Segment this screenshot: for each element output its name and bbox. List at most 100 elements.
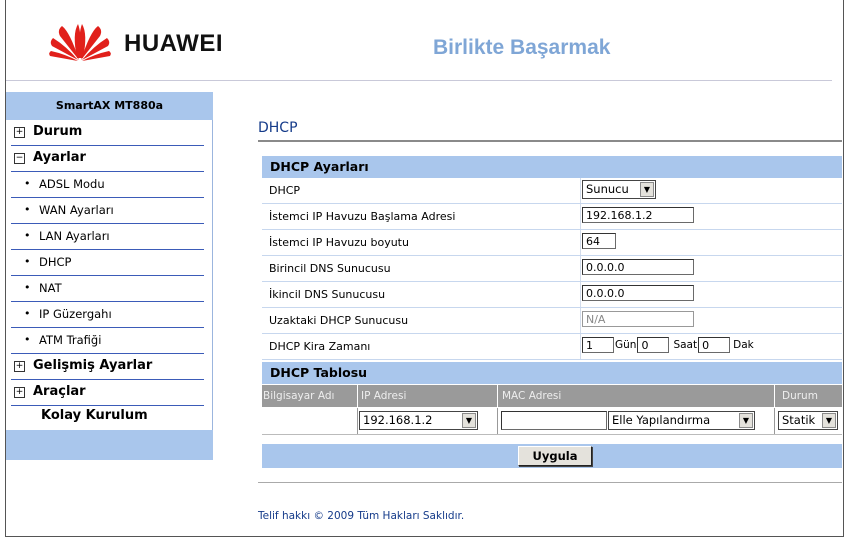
sidebar-item-araclar[interactable]: + Araçlar [11, 380, 204, 406]
table-row: 192.168.1.2 ▼ Elle Yapılandırma ▼ Statik… [262, 408, 842, 435]
row-label: İstemci IP Havuzu boyutu [269, 236, 409, 249]
mac-address-input[interactable] [501, 411, 607, 430]
sidebar-item-ip-guzergahi[interactable]: • IP Güzergahı [11, 302, 204, 328]
sidebar-item-label: Araçlar [33, 384, 86, 399]
lease-hours-input[interactable]: 0 [637, 337, 670, 353]
chevron-down-icon[interactable]: ▼ [640, 182, 654, 197]
dhcp-mode-select[interactable]: Sunucu ▼ [582, 180, 656, 199]
hours-unit: Saat [673, 339, 698, 351]
sidebar-item-label: Durum [33, 124, 83, 139]
sidebar-item-label: IP Güzergahı [39, 307, 112, 321]
sidebar-item-nat[interactable]: • NAT [11, 276, 204, 302]
sidebar-item-label: Kolay Kurulum [41, 408, 148, 423]
sidebar-item-adsl-modu[interactable]: • ADSL Modu [11, 172, 204, 198]
pool-size-input[interactable]: 64 [582, 233, 616, 249]
bullet-icon: • [24, 281, 31, 294]
remote-dhcp-input[interactable]: N/A [582, 311, 694, 327]
copyright-text: Telif hakkı © 2009 Tüm Hakları Saklıdır. [258, 510, 465, 522]
sidebar-item-lan-ayarlari[interactable]: • LAN Ayarları [11, 224, 204, 250]
bullet-icon: • [24, 203, 31, 216]
column-mac-address: MAC Adresi [502, 390, 562, 402]
column-divider [357, 385, 358, 407]
column-computer-name: Bilgisayar Adı [263, 390, 335, 402]
bullet-icon: • [24, 177, 31, 190]
row-label: DHCP [269, 184, 301, 197]
collapse-icon[interactable]: − [14, 153, 25, 164]
expand-icon[interactable]: + [14, 387, 25, 398]
brand-name: HUAWEI [124, 30, 223, 57]
sidebar-item-label: ADSL Modu [39, 177, 105, 191]
sidebar-item-label: NAT [39, 281, 62, 295]
apply-bar: Uygula [262, 444, 842, 468]
sidebar-item-ayarlar[interactable]: − Ayarlar [11, 146, 204, 172]
chevron-down-icon[interactable]: ▼ [462, 413, 476, 428]
chevron-down-icon[interactable]: ▼ [739, 413, 753, 428]
settings-row-primary-dns: Birincil DNS Sunucusu 0.0.0.0 [262, 256, 842, 282]
column-divider [580, 282, 581, 307]
sidebar-item-gelismis-ayarlar[interactable]: + Gelişmiş Ayarlar [11, 354, 204, 380]
column-divider [774, 385, 775, 407]
lease-days-input[interactable]: 1 [582, 337, 614, 353]
status-select[interactable]: Statik ▼ [778, 411, 838, 430]
sidebar-item-label: Ayarlar [33, 150, 86, 165]
column-divider [580, 308, 581, 333]
sidebar-item-label: ATM Trafiği [39, 333, 102, 347]
sidebar-item-wan-ayarlari[interactable]: • WAN Ayarları [11, 198, 204, 224]
title-divider [258, 140, 842, 142]
sidebar-item-durum[interactable]: + Durum [11, 120, 204, 146]
column-divider [580, 230, 581, 255]
settings-row-pool-start: İstemci IP Havuzu Başlama Adresi 192.168… [262, 204, 842, 230]
settings-row-pool-size: İstemci IP Havuzu boyutu 64 [262, 230, 842, 256]
bullet-icon: • [24, 307, 31, 320]
sidebar-item-kolay-kurulum[interactable]: Kolay Kurulum [11, 406, 204, 426]
header-divider [6, 80, 832, 81]
sidebar: SmartAX MT880a + Durum − Ayarlar • ADSL … [6, 92, 213, 460]
chevron-down-icon[interactable]: ▼ [822, 413, 836, 428]
secondary-dns-input[interactable]: 0.0.0.0 [582, 285, 694, 301]
settings-row-lease-time: DHCP Kira Zamanı 1 Gün 0 Saat 0 Dak [262, 334, 842, 360]
sidebar-item-atm-trafigi[interactable]: • ATM Trafiği [11, 328, 204, 354]
primary-dns-input[interactable]: 0.0.0.0 [582, 259, 694, 275]
sidebar-item-label: DHCP [39, 255, 72, 269]
row-label: Uzaktaki DHCP Sunucusu [269, 314, 409, 327]
column-divider [580, 204, 581, 229]
column-divider [357, 408, 358, 434]
pool-start-input[interactable]: 192.168.1.2 [582, 207, 694, 223]
lease-minutes-input[interactable]: 0 [698, 337, 731, 353]
sidebar-item-label: WAN Ayarları [39, 203, 114, 217]
sidebar-item-dhcp[interactable]: • DHCP [11, 250, 204, 276]
expand-icon[interactable]: + [14, 361, 25, 372]
page-title: DHCP [258, 120, 298, 136]
huawei-petal-icon [49, 24, 111, 61]
dhcp-table-columns: Bilgisayar Adı IP Adresi MAC Adresi Duru… [262, 385, 842, 407]
settings-row-dhcp: DHCP Sunucu ▼ [262, 178, 842, 204]
sidebar-item-label: Gelişmiş Ayarlar [33, 358, 153, 373]
minutes-unit: Dak [733, 339, 754, 351]
ip-address-select[interactable]: 192.168.1.2 ▼ [359, 411, 478, 430]
settings-row-remote-dhcp: Uzaktaki DHCP Sunucusu N/A [262, 308, 842, 334]
days-unit: Gün [615, 339, 637, 351]
slogan: Birlikte Başarmak [433, 36, 611, 59]
bullet-icon: • [24, 229, 31, 242]
dhcp-table-header: DHCP Tablosu [262, 362, 842, 384]
expand-icon[interactable]: + [14, 127, 25, 138]
row-label: Birincil DNS Sunucusu [269, 262, 391, 275]
apply-button[interactable]: Uygula [518, 446, 592, 466]
footer-divider [258, 482, 842, 483]
sidebar-item-label: LAN Ayarları [39, 229, 110, 243]
sidebar-title: SmartAX MT880a [6, 92, 213, 120]
bullet-icon: • [24, 333, 31, 346]
column-divider [580, 178, 581, 203]
bullet-icon: • [24, 255, 31, 268]
column-divider [497, 408, 498, 434]
row-label: DHCP Kira Zamanı [269, 340, 371, 353]
column-ip-address: IP Adresi [361, 390, 407, 402]
mac-mode-select[interactable]: Elle Yapılandırma ▼ [608, 411, 755, 430]
column-status: Durum [782, 390, 818, 402]
settings-row-secondary-dns: İkincil DNS Sunucusu 0.0.0.0 [262, 282, 842, 308]
header: HUAWEI Birlikte Başarmak [6, 0, 836, 86]
dhcp-settings-header: DHCP Ayarları [262, 156, 842, 178]
sidebar-footer [6, 430, 213, 460]
column-divider [497, 385, 498, 407]
row-label: İstemci IP Havuzu Başlama Adresi [269, 210, 456, 223]
